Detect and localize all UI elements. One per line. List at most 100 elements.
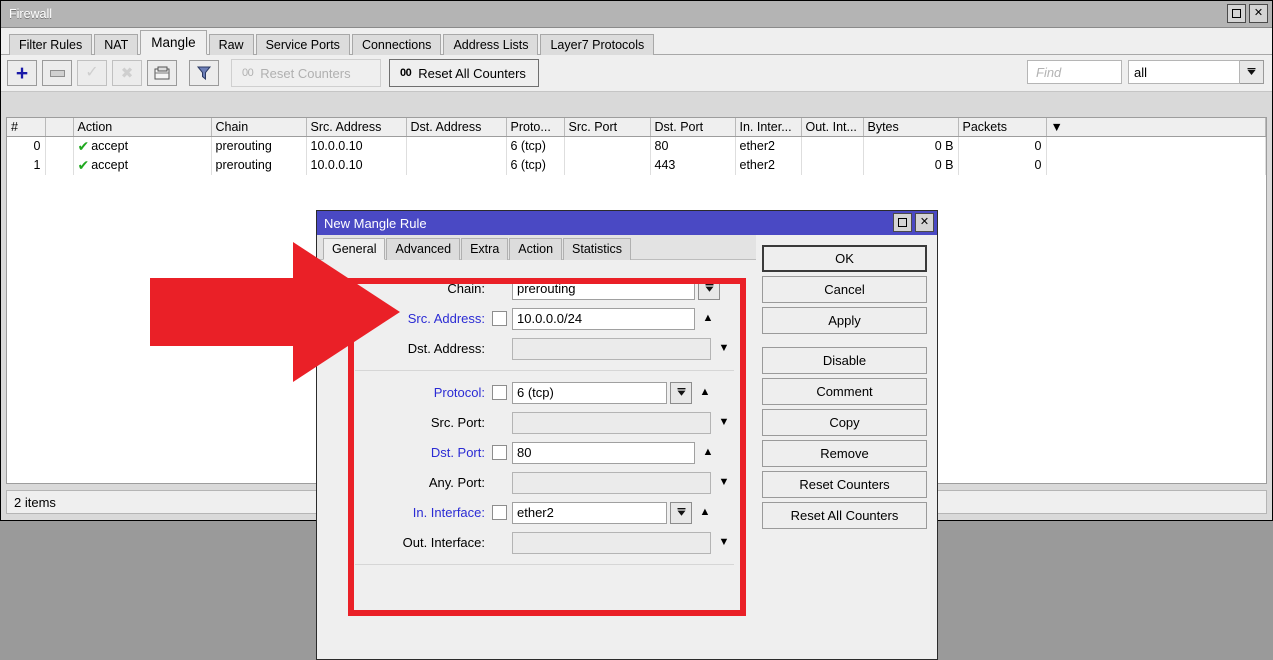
field-src-address-checkbox[interactable] <box>492 311 507 326</box>
field-dst-port-input[interactable]: 80 <box>512 441 695 464</box>
column-chooser-icon[interactable]: ▼ <box>1046 118 1266 137</box>
firewall-titlebar: Firewall ✕ <box>1 1 1272 28</box>
comment-button[interactable] <box>147 60 177 86</box>
tab-connections[interactable]: Connections <box>351 34 442 55</box>
restore-icon[interactable] <box>893 213 912 232</box>
col-protocol[interactable]: Proto... <box>506 118 565 137</box>
chevron-down-icon[interactable] <box>1240 60 1264 84</box>
dialog-tab-advanced[interactable]: Advanced <box>386 238 461 260</box>
ok-button[interactable]: OK <box>762 245 927 272</box>
reset-counters-button[interactable]: Reset Counters <box>762 471 927 498</box>
chevron-down-icon[interactable] <box>670 381 692 404</box>
field-src-port-input[interactable] <box>512 411 711 434</box>
col-src-port[interactable]: Src. Port <box>564 118 651 137</box>
col-dst-port[interactable]: Dst. Port <box>650 118 736 137</box>
remove-button[interactable]: Remove <box>762 440 927 467</box>
col-src-address[interactable]: Src. Address <box>306 118 407 137</box>
col-action[interactable]: Action <box>73 118 212 137</box>
enable-button[interactable]: ✓ <box>77 60 107 86</box>
field-src-address-expander[interactable]: ▲ <box>695 313 721 324</box>
cancel-button[interactable]: Cancel <box>762 276 927 303</box>
chevron-down-icon[interactable] <box>698 277 720 300</box>
field-any-port: Any. Port: ▼ <box>317 468 746 497</box>
tab-mangle[interactable]: Mangle <box>140 30 207 55</box>
field-in-interface-input[interactable]: ether2 <box>512 501 667 524</box>
dialog-titlebar: New Mangle Rule ✕ <box>317 211 937 235</box>
cell-dst-port: 80 <box>650 136 736 156</box>
field-in-interface: In. Interface: ether2 ▲ <box>317 498 746 527</box>
restore-icon[interactable] <box>1227 4 1246 23</box>
firewall-tab-bar: Filter Rules NAT Mangle Raw Service Port… <box>1 28 1272 55</box>
copy-button[interactable]: Copy <box>762 409 927 436</box>
cell-packets: 0 <box>958 155 1047 175</box>
tab-service-ports[interactable]: Service Ports <box>255 34 350 55</box>
field-dst-address-label: Dst. Address: <box>407 341 485 356</box>
search-input[interactable]: Find <box>1027 60 1122 84</box>
filter-icon <box>196 66 212 81</box>
field-chain-input[interactable]: prerouting <box>512 277 695 300</box>
cell-action: ✔ accept <box>73 155 212 175</box>
field-any-port-input[interactable] <box>512 471 711 494</box>
add-button[interactable]: + <box>7 60 37 86</box>
field-in-interface-checkbox[interactable] <box>492 505 507 520</box>
tab-nat[interactable]: NAT <box>94 34 139 55</box>
tab-address-lists[interactable]: Address Lists <box>443 34 539 55</box>
field-out-interface-input[interactable] <box>512 531 711 554</box>
remove-button[interactable] <box>42 60 72 86</box>
cell-src-port <box>564 136 651 156</box>
field-protocol-checkbox[interactable] <box>492 385 507 400</box>
dialog-tab-statistics[interactable]: Statistics <box>563 238 632 260</box>
col-out-interface[interactable]: Out. Int... <box>801 118 864 137</box>
dialog-tab-action[interactable]: Action <box>509 238 563 260</box>
close-icon[interactable]: ✕ <box>1249 4 1268 23</box>
disable-button[interactable]: ✖ <box>112 60 142 86</box>
dialog-tab-general[interactable]: General <box>323 238 386 260</box>
disable-button[interactable]: Disable <box>762 347 927 374</box>
reset-all-counters-button[interactable]: Reset All Counters <box>762 502 927 529</box>
field-any-port-expander[interactable]: ▼ <box>711 477 737 488</box>
field-dst-port-label: Dst. Port: <box>430 445 485 460</box>
field-protocol-input[interactable]: 6 (tcp) <box>512 381 667 404</box>
field-protocol-expander[interactable]: ▲ <box>692 387 718 398</box>
col-in-interface[interactable]: In. Inter... <box>735 118 802 137</box>
col-bytes[interactable]: Bytes <box>863 118 959 137</box>
form-divider <box>355 370 734 371</box>
cell-index: 1 <box>7 155 46 175</box>
cell-protocol: 6 (tcp) <box>506 136 565 156</box>
cell-protocol: 6 (tcp) <box>506 155 565 175</box>
reset-all-counters-label: Reset All Counters <box>418 65 526 81</box>
field-src-address-input[interactable]: 10.0.0.0/24 <box>512 307 695 330</box>
field-dst-address-input[interactable] <box>512 337 711 360</box>
table-row[interactable]: 1 ✔ accept prerouting 10.0.0.10 6 (tcp) 4… <box>7 155 1266 175</box>
check-icon: ✓ <box>85 64 99 81</box>
cross-icon: ✖ <box>120 64 134 82</box>
col-dst-address[interactable]: Dst. Address <box>406 118 507 137</box>
reset-counters-button[interactable]: 00 Reset Counters <box>231 59 381 87</box>
col-packets[interactable]: Packets <box>958 118 1047 137</box>
tab-layer7-protocols[interactable]: Layer7 Protocols <box>540 34 655 55</box>
firewall-window-title: Firewall <box>9 7 53 21</box>
cell-src-port <box>564 155 651 175</box>
field-src-port-expander[interactable]: ▼ <box>711 417 737 428</box>
close-icon[interactable]: ✕ <box>915 213 934 232</box>
tab-raw[interactable]: Raw <box>208 34 254 55</box>
col-flag[interactable] <box>45 118 74 137</box>
table-row[interactable]: 0 ✔ accept prerouting 10.0.0.10 6 (tcp) 8… <box>7 136 1266 156</box>
cell-flag <box>45 136 74 156</box>
field-dst-address-expander[interactable]: ▼ <box>711 343 737 354</box>
field-in-interface-expander[interactable]: ▲ <box>692 507 718 518</box>
col-chain[interactable]: Chain <box>211 118 307 137</box>
field-src-address: Src. Address: 10.0.0.0/24 ▲ <box>317 304 746 333</box>
filter-select[interactable]: all <box>1128 60 1240 84</box>
apply-button[interactable]: Apply <box>762 307 927 334</box>
dialog-tab-extra[interactable]: Extra <box>461 238 509 260</box>
filter-button[interactable] <box>189 60 219 86</box>
comment-button[interactable]: Comment <box>762 378 927 405</box>
chevron-down-icon[interactable] <box>670 501 692 524</box>
field-dst-port-expander[interactable]: ▲ <box>695 447 721 458</box>
tab-filter-rules[interactable]: Filter Rules <box>9 34 93 55</box>
field-dst-port-checkbox[interactable] <box>492 445 507 460</box>
field-out-interface-expander[interactable]: ▼ <box>711 537 737 548</box>
col-index[interactable]: # <box>7 118 46 137</box>
reset-all-counters-button[interactable]: 00 Reset All Counters <box>389 59 539 87</box>
